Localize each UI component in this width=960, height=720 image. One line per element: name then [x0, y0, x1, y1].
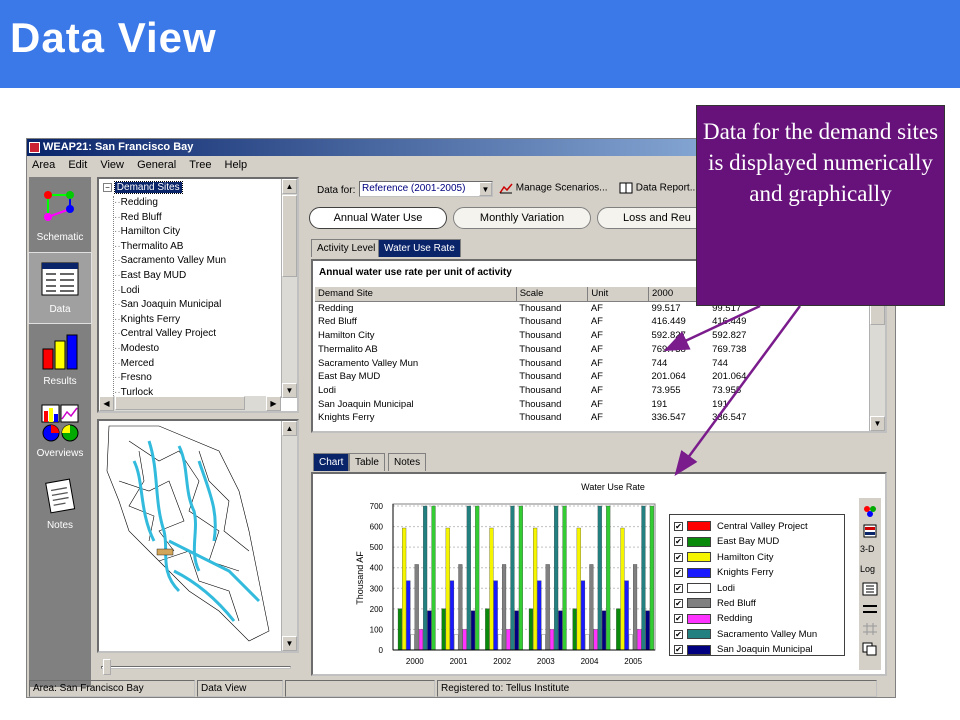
arrow-to-grid: [663, 304, 761, 352]
callout-arrows: [663, 304, 802, 477]
arrow-to-chart: [674, 305, 802, 477]
